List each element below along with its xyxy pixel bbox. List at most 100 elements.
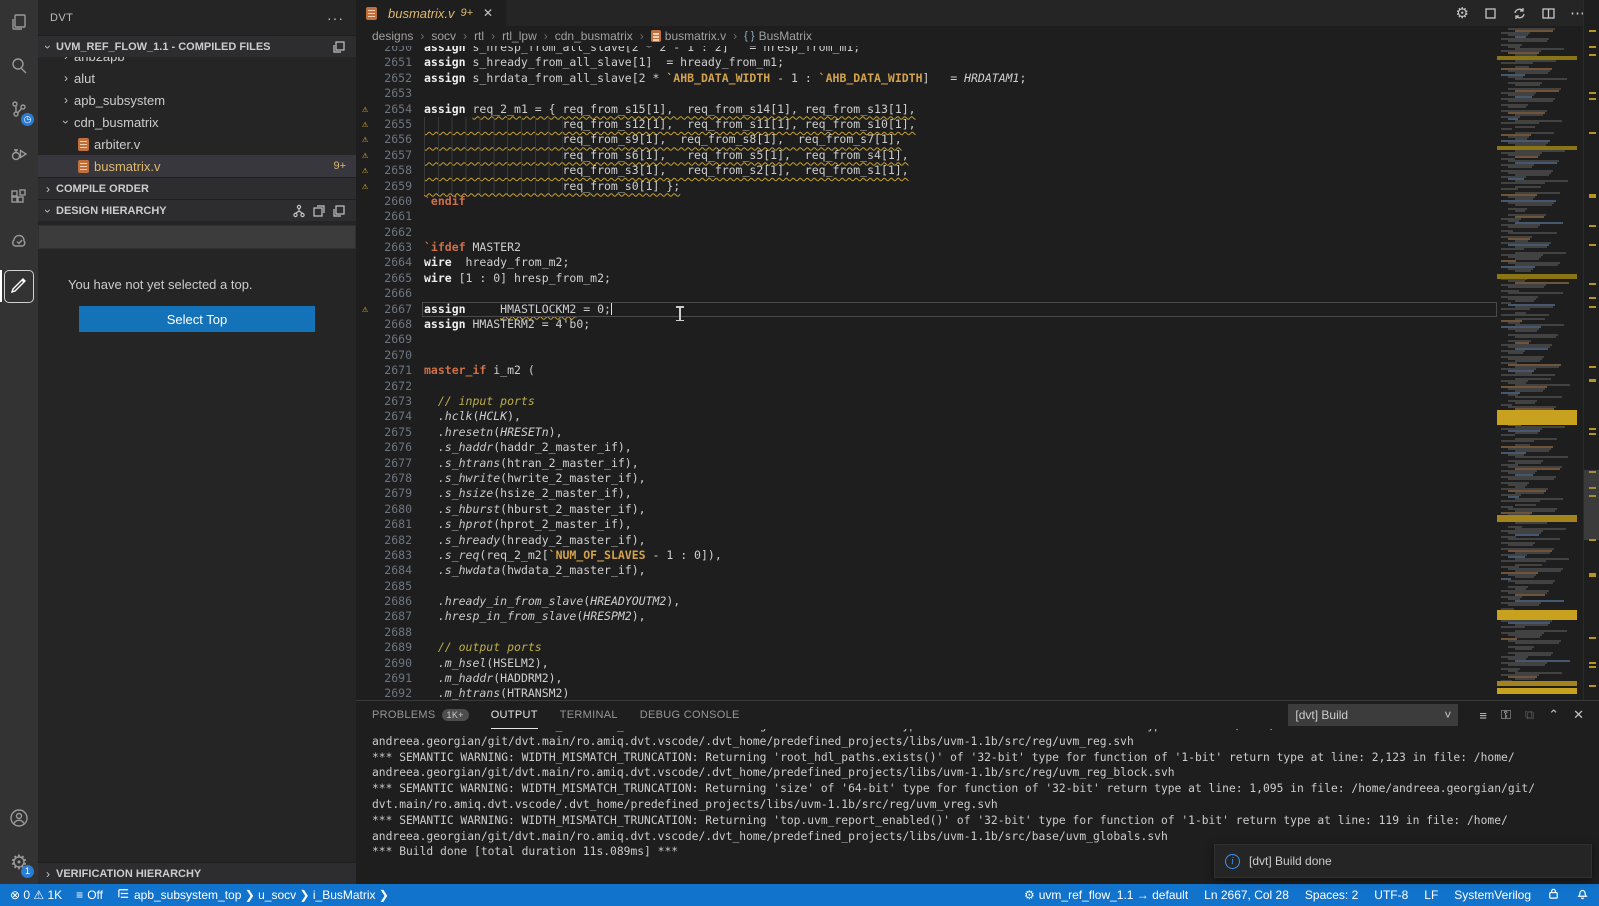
section-compile-order[interactable]: › COMPILE ORDER [38,177,356,199]
code-line-2674[interactable]: 2674 .hclk(HCLK), [356,409,1497,424]
code-line-2665[interactable]: 2665wire [1 : 0] hresp_from_m2; [356,271,1497,286]
code-line-2689[interactable]: 2689 // output ports [356,640,1497,655]
code-line-2686[interactable]: 2686 .hready_in_from_slave(HREADYOUTM2), [356,594,1497,609]
select-top-button[interactable]: Select Top [79,306,315,332]
status-indentation[interactable]: Spaces: 2 [1305,888,1358,902]
breadcrumb-item-busmatrix-v[interactable]: busmatrix.v [665,29,726,43]
code-line-2675[interactable]: 2675 .hresetn(HRESETn), [356,425,1497,440]
status-tabs-lock[interactable] [1547,887,1560,903]
code-line-2659[interactable]: ⚠2659 req_from_s0[1] }; [356,179,1497,194]
overview-ruler-scrollbar[interactable] [1583,0,1599,700]
search-icon[interactable] [0,44,38,88]
run-debug-icon[interactable] [0,132,38,176]
breadcrumb-item-rtl_lpw[interactable]: rtl_lpw [502,29,537,43]
extensions-icon[interactable] [0,176,38,220]
section-design-hierarchy[interactable]: › DESIGN HIERARCHY [38,199,356,221]
tree-item-busmatrix-v[interactable]: busmatrix.v9+ [38,155,356,177]
gear-icon[interactable]: ⚙ [1456,4,1469,22]
tree-item-ahb2apb[interactable]: ›ahb2apb [38,57,356,67]
code-line-2657[interactable]: ⚠2657 req_from_s6[1], req_from_s5[1], re… [356,148,1497,163]
code-line-2664[interactable]: 2664wire hready_from_m2; [356,255,1497,270]
breadcrumb-item-socv[interactable]: socv [431,29,456,43]
settings-gear-icon[interactable]: ⚙ 1 [0,840,38,884]
code-line-2667[interactable]: ⚠2667assign HMASTLOCKM2 = 0; [356,302,1497,317]
output-channel-select[interactable]: [dvt] Build˅ [1288,704,1458,726]
verification-icon[interactable] [0,220,38,264]
code-area[interactable]: 2650assign s_hresp_from_all_slave[2 * 2 … [356,40,1497,700]
code-line-2670[interactable]: 2670 [356,348,1497,363]
code-line-2677[interactable]: 2677 .s_htrans(htran_2_master_if), [356,456,1497,471]
code-line-2651[interactable]: 2651assign s_hready_from_all_slave[1] = … [356,55,1497,70]
status-lint-toggle[interactable]: ≡Off [76,888,103,902]
account-icon[interactable] [0,796,38,840]
code-line-2672[interactable]: 2672 [356,379,1497,394]
open-new-icon[interactable] [312,204,326,218]
code-line-2691[interactable]: 2691 .m_haddr(HADDRM2), [356,671,1497,686]
section-compiled-files[interactable]: › UVM_REF_FLOW_1.1 - COMPILED FILES [38,35,356,57]
code-line-2679[interactable]: 2679 .s_hsize(hsize_2_master_if), [356,486,1497,501]
code-line-2656[interactable]: ⚠2656 req_from_s9[1], req_from_s8[1], re… [356,132,1497,147]
code-line-2678[interactable]: 2678 .s_hwrite(hwrite_2_master_if), [356,471,1497,486]
code-line-2661[interactable]: 2661 [356,209,1497,224]
split-icon[interactable]: ⧉ [1525,707,1534,723]
breadcrumb-item-cdn_busmatrix[interactable]: cdn_busmatrix [555,29,633,43]
code-line-2655[interactable]: ⚠2655 req_from_s12[1], req_from_s11[1], … [356,117,1497,132]
dvt-analysis-icon[interactable]: ◷ [0,88,38,132]
code-line-2654[interactable]: ⚠2654assign req_2_m1 = { req_from_s15[1]… [356,102,1497,117]
code-line-2669[interactable]: 2669 [356,332,1497,347]
code-line-2673[interactable]: 2673 // input ports [356,394,1497,409]
unlock-icon[interactable]: ⚿ [1501,707,1511,723]
minimap[interactable] [1497,26,1583,700]
hierarchy-icon[interactable] [292,204,306,218]
code-line-2660[interactable]: 2660`endif [356,194,1497,209]
tree-item-alut[interactable]: ›alut [38,67,356,89]
panel-tab-terminal[interactable]: TERMINAL [560,701,618,729]
code-line-2676[interactable]: 2676 .s_haddr(haddr_2_master_if), [356,440,1497,455]
section-verification-hierarchy[interactable]: › VERIFICATION HIERARCHY [38,862,356,884]
status-cursor-position[interactable]: Ln 2667, Col 28 [1204,888,1289,902]
panel-tab-problems[interactable]: PROBLEMS1K+ [372,701,469,729]
code-line-2690[interactable]: 2690 .m_hsel(HSELM2), [356,656,1497,671]
collapse-all-icon[interactable] [332,204,346,218]
code-line-2692[interactable]: 2692 .m_htrans(HTRANSM2) [356,686,1497,700]
code-line-2671[interactable]: 2671master_if i_m2 ( [356,363,1497,378]
tree-item-arbiter-v[interactable]: arbiter.v [38,133,356,155]
status-encoding[interactable]: UTF-8 [1374,888,1408,902]
square-icon[interactable] [1483,6,1498,21]
status-language-mode[interactable]: SystemVerilog [1454,888,1531,902]
code-line-2652[interactable]: 2652assign s_hrdata_from_all_slave[2 * `… [356,71,1497,86]
close-icon[interactable]: ✕ [1573,707,1584,723]
code-line-2666[interactable]: 2666 [356,286,1497,301]
dvt-editor-icon[interactable] [0,264,38,308]
clear-output-icon[interactable]: ≡ [1479,708,1487,723]
code-line-2684[interactable]: 2684 .s_hwdata(hwdata_2_master_if), [356,563,1497,578]
collapse-all-icon[interactable] [332,40,346,54]
maximize-panel-icon[interactable]: ⌃ [1548,707,1559,723]
tree-item-cdn_busmatrix[interactable]: ›cdn_busmatrix [38,111,356,133]
status-problems[interactable]: ⊗ 0 ⚠ 1K [10,888,62,902]
tab-busmatrix[interactable]: busmatrix.v 9+ ✕ [356,0,506,26]
code-line-2653[interactable]: 2653 [356,86,1497,101]
scrollbar-thumb[interactable] [1584,470,1599,540]
breadcrumb-item-rtl[interactable]: rtl [474,29,484,43]
code-line-2662[interactable]: 2662 [356,225,1497,240]
sidebar-more-icon[interactable]: ··· [327,10,344,26]
code-line-2681[interactable]: 2681 .s_hprot(hprot_2_master_if), [356,517,1497,532]
tree-item-apb_subsystem[interactable]: ›apb_subsystem [38,89,356,111]
code-line-2683[interactable]: 2683 .s_req(req_2_m2[`NUM_OF_SLAVES - 1 … [356,548,1497,563]
code-line-2687[interactable]: 2687 .hresp_in_from_slave(HRESPM2), [356,609,1497,624]
status-notifications[interactable] [1576,887,1589,903]
code-line-2688[interactable]: 2688 [356,625,1497,640]
panel-tab-debug-console[interactable]: DEBUG CONSOLE [640,701,740,729]
code-line-2668[interactable]: 2668assign HMASTERM2 = 4'b0; [356,317,1497,332]
notification-toast[interactable]: i [dvt] Build done [1214,844,1592,878]
hierarchy-filter-input[interactable] [38,225,356,249]
status-hierarchy-path[interactable]: apb_subsystem_top ❯ u_socv ❯ i_BusMatrix… [117,887,389,903]
code-line-2685[interactable]: 2685 [356,579,1497,594]
breadcrumb-item-designs[interactable]: designs [372,29,413,43]
breadcrumb-item-BusMatrix[interactable]: BusMatrix [759,29,812,43]
explorer-icon[interactable] [0,0,38,44]
panel-tab-output[interactable]: OUTPUT [491,701,538,729]
code-line-2658[interactable]: ⚠2658 req_from_s3[1], req_from_s2[1], re… [356,163,1497,178]
close-icon[interactable]: ✕ [483,6,493,20]
